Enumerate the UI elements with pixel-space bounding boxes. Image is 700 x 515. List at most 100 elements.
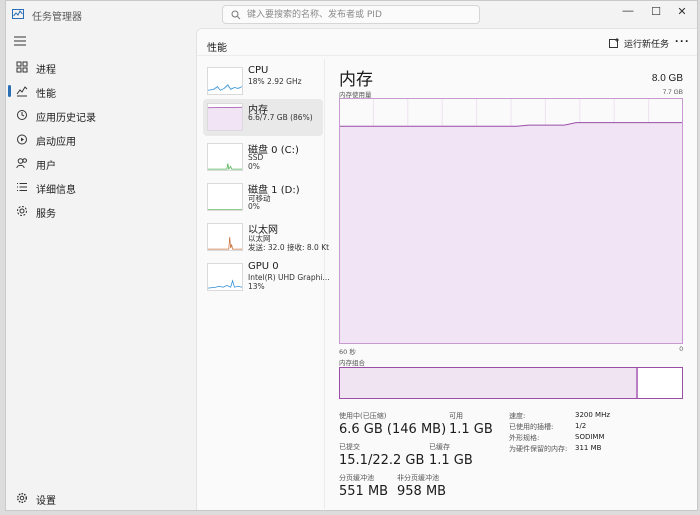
spec-label: 为硬件保留的内存: bbox=[509, 445, 568, 453]
spec-label: 速度: bbox=[509, 412, 526, 420]
maximize-icon: ☐ bbox=[651, 5, 661, 18]
spec-label: 已使用的插槽: bbox=[509, 423, 554, 431]
sidebar-item-label: 应用历史记录 bbox=[36, 113, 96, 124]
performance-panel: 性能 运行新任务 ··· CPU 18% 2.92 GHz 内存 6.6/7.7… bbox=[196, 28, 697, 510]
sidebar-item-label: 详细信息 bbox=[36, 185, 76, 196]
more-options-button[interactable]: ··· bbox=[675, 34, 690, 48]
disk1-thumbnail-graph bbox=[207, 183, 243, 211]
sidebar-item-users[interactable]: 用户 bbox=[9, 152, 191, 174]
device-item-cpu[interactable]: CPU 18% 2.92 GHz bbox=[203, 63, 323, 100]
task-manager-window: 任务管理器 — ☐ ✕ 进程 bbox=[5, 0, 698, 511]
memory-usage-area bbox=[339, 122, 683, 344]
gpu-thumbnail-graph bbox=[207, 263, 243, 291]
stat-cached: 已缓存 1.1 GB bbox=[429, 442, 473, 468]
gear-icon bbox=[16, 492, 28, 504]
stat-label: 已提交 bbox=[339, 443, 360, 451]
sidebar-item-label: 性能 bbox=[36, 89, 56, 100]
device-detail: SSD bbox=[248, 153, 264, 162]
device-item-disk-0[interactable]: 磁盘 0 (C:) SSD 0% bbox=[203, 139, 323, 176]
cpu-thumbnail-graph bbox=[207, 67, 243, 95]
run-new-task-label: 运行新任务 bbox=[624, 40, 670, 50]
close-button[interactable]: ✕ bbox=[664, 1, 697, 21]
spec-value: 311 MB bbox=[575, 444, 602, 452]
performance-icon bbox=[16, 86, 28, 97]
device-item-disk-1[interactable]: 磁盘 1 (D:) 可移动 0% bbox=[203, 179, 323, 216]
memory-detail: 内存 8.0 GB 内存使用量 7.7 GB 60 秒 0 内存组合 使用中(已… bbox=[337, 59, 693, 509]
device-detail: 0% bbox=[248, 162, 260, 171]
memory-usage-max: 7.7 GB bbox=[662, 89, 683, 96]
spec-label: 外形规格: bbox=[509, 434, 540, 442]
device-item-gpu-0[interactable]: GPU 0 Intel(R) UHD Graphi... 13% bbox=[203, 259, 330, 296]
device-name: GPU 0 bbox=[248, 261, 279, 272]
device-item-memory[interactable]: 内存 6.6/7.7 GB (86%) bbox=[203, 99, 323, 136]
memory-thumbnail-graph bbox=[207, 103, 243, 131]
memory-title: 内存 bbox=[339, 70, 373, 90]
device-name: CPU bbox=[248, 65, 269, 76]
spec-value: 3200 MHz bbox=[575, 411, 611, 419]
device-list: CPU 18% 2.92 GHz 内存 6.6/7.7 GB (86%) 磁盘 … bbox=[201, 59, 330, 509]
stat-label: 非分页缓冲池 bbox=[397, 474, 439, 482]
stat-value: 15.1/22.2 GB bbox=[339, 453, 425, 468]
stat-label: 分页缓冲池 bbox=[339, 474, 374, 482]
spec-value: 1/2 bbox=[575, 422, 587, 430]
memory-usage-graph bbox=[339, 98, 683, 344]
sidebar-item-details[interactable]: 详细信息 bbox=[9, 176, 191, 198]
history-icon bbox=[17, 110, 27, 120]
disk0-thumbnail-graph bbox=[207, 143, 243, 171]
search-box[interactable] bbox=[222, 5, 480, 24]
device-detail: Intel(R) UHD Graphi... bbox=[248, 273, 330, 282]
stat-committed: 已提交 15.1/22.2 GB bbox=[339, 442, 424, 468]
stat-in-use: 使用中(已压缩) 6.6 GB (146 MB) bbox=[339, 411, 446, 437]
sidebar-item-services[interactable]: 服务 bbox=[9, 200, 191, 222]
device-item-ethernet[interactable]: 以太网 以太网 发送: 32.0 接收: 8.0 Kt bbox=[203, 219, 329, 256]
device-detail: 6.6/7.7 GB (86%) bbox=[248, 113, 313, 122]
title-bar: 任务管理器 — ☐ ✕ bbox=[6, 1, 697, 29]
stat-value: 1.1 GB bbox=[449, 422, 493, 437]
stat-label: 可用 bbox=[449, 412, 463, 420]
stat-value: 1.1 GB bbox=[429, 453, 473, 468]
page-title: 性能 bbox=[207, 43, 227, 54]
sidebar-item-label: 用户 bbox=[36, 161, 56, 172]
sidebar-item-label: 服务 bbox=[36, 209, 56, 220]
sidebar-item-settings[interactable]: 设置 bbox=[9, 487, 191, 509]
header-divider bbox=[197, 55, 697, 56]
search-icon bbox=[231, 10, 241, 20]
sidebar-item-label: 进程 bbox=[36, 65, 56, 76]
stat-value: 6.6 GB (146 MB) bbox=[339, 422, 447, 437]
minimize-icon: — bbox=[622, 5, 634, 17]
graph-time-span: 60 秒 bbox=[339, 348, 356, 356]
startup-icon bbox=[17, 134, 27, 145]
search-input[interactable] bbox=[247, 8, 475, 22]
memory-composition-label: 内存组合 bbox=[339, 359, 365, 367]
spec-value: SODIMM bbox=[575, 433, 605, 441]
details-icon bbox=[17, 183, 27, 191]
sidebar-item-startup-apps[interactable]: 启动应用 bbox=[9, 128, 191, 150]
memory-composition-bar bbox=[339, 367, 683, 399]
sidebar-item-label: 设置 bbox=[36, 496, 56, 507]
stat-paged-pool: 分页缓冲池 551 MB bbox=[339, 473, 388, 499]
stat-non-paged-pool: 非分页缓冲池 958 MB bbox=[397, 473, 446, 499]
sidebar-item-label: 启动应用 bbox=[36, 137, 76, 148]
processes-icon bbox=[16, 61, 28, 73]
ethernet-thumbnail-graph bbox=[207, 223, 243, 251]
sidebar-item-processes[interactable]: 进程 bbox=[9, 56, 191, 78]
graph-time-end: 0 bbox=[679, 346, 683, 353]
task-manager-app-icon bbox=[12, 9, 24, 19]
device-detail: 发送: 32.0 接收: 8.0 Kt bbox=[248, 243, 330, 252]
run-new-task-button[interactable]: 运行新任务 bbox=[609, 37, 669, 50]
sidebar-item-app-history[interactable]: 应用历史记录 bbox=[9, 104, 191, 126]
services-icon bbox=[17, 206, 27, 216]
sidebar-item-performance[interactable]: 性能 bbox=[8, 80, 191, 102]
users-icon bbox=[16, 158, 27, 169]
hamburger-menu-icon[interactable] bbox=[13, 35, 27, 47]
memory-total: 8.0 GB bbox=[651, 73, 683, 84]
stat-value: 551 MB bbox=[339, 484, 389, 499]
stat-value: 958 MB bbox=[397, 484, 447, 499]
sidebar: 进程 性能 应用历史记录 启动应用 用户 详细信息 服务 设置 bbox=[6, 29, 196, 510]
stat-label: 使用中(已压缩) bbox=[339, 412, 387, 420]
app-title: 任务管理器 bbox=[32, 12, 82, 23]
stat-label: 已缓存 bbox=[429, 443, 450, 451]
device-detail: 18% 2.92 GHz bbox=[248, 77, 302, 86]
close-icon: ✕ bbox=[677, 5, 687, 18]
memory-composition-in-use bbox=[340, 368, 638, 398]
